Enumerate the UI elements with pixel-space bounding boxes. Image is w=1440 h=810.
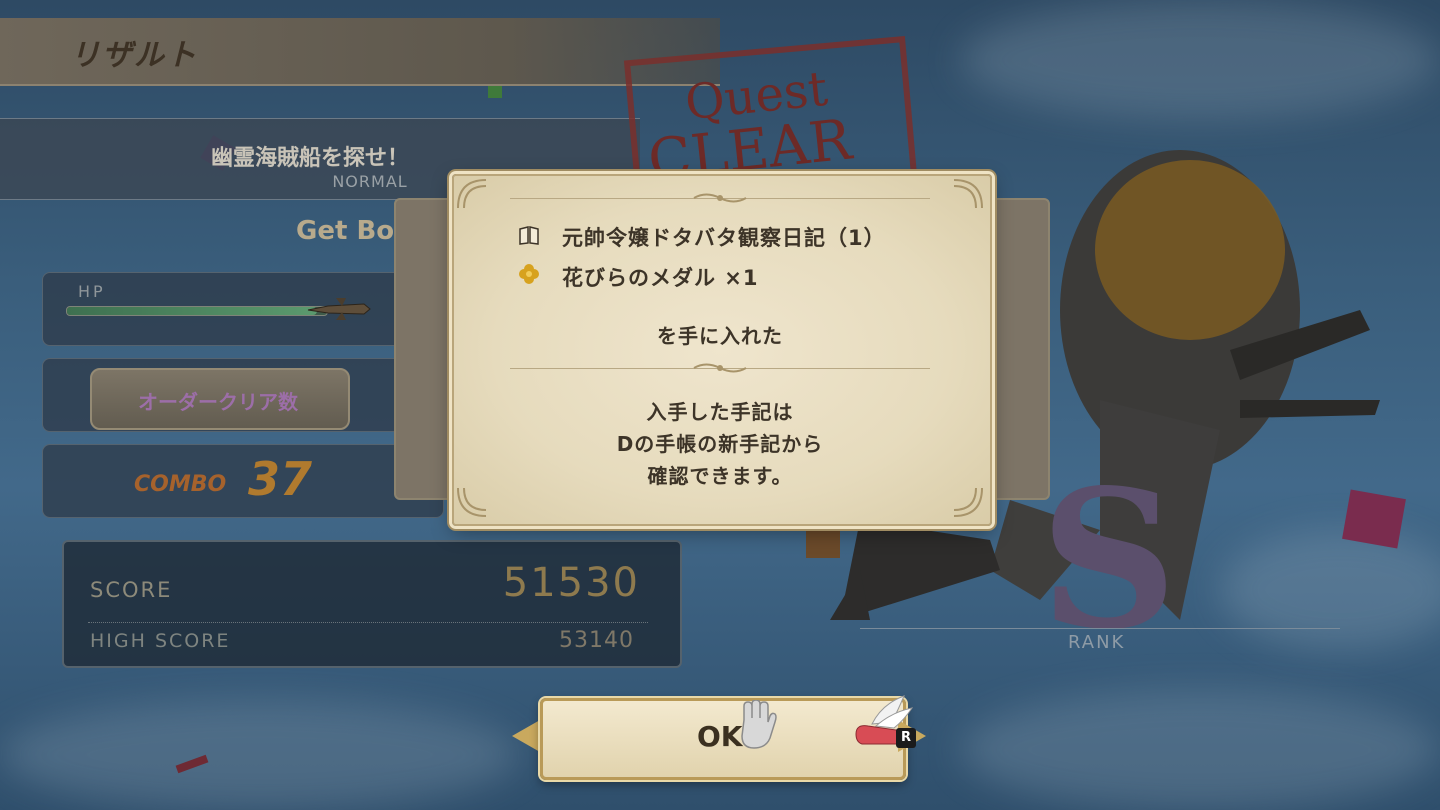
ok-button-left-ornament xyxy=(512,720,540,752)
r-button-badge: R xyxy=(896,728,916,748)
airship-icon xyxy=(307,298,371,320)
petal-medal-icon xyxy=(519,264,539,284)
rank-label: RANK xyxy=(1068,632,1126,653)
hp-bar-fill xyxy=(67,307,317,315)
info-line: Dの手帳の新手記から xyxy=(616,432,824,456)
corner-ornament-icon xyxy=(457,487,487,517)
hp-label: HP xyxy=(78,282,106,301)
high-score-value: 53140 xyxy=(559,628,634,653)
high-score-label: HIGH SCORE xyxy=(90,630,231,652)
result-title: リザルト xyxy=(70,38,198,73)
confetti-piece xyxy=(488,86,502,98)
cloud xyxy=(0,700,520,810)
book-icon xyxy=(519,226,539,245)
cloud xyxy=(960,690,1440,810)
get-bonus-label: Get Bo xyxy=(296,216,395,246)
hp-bar xyxy=(66,306,328,316)
item-name: 花びらのメダル ×1 xyxy=(562,266,759,290)
glove-cursor-icon xyxy=(741,700,777,749)
info-line: 確認できます。 xyxy=(647,464,793,488)
info-line: 入手した手記は xyxy=(646,400,794,424)
flourish-icon xyxy=(693,363,747,373)
score-label: SCORE xyxy=(90,578,173,602)
score-value: 51530 xyxy=(502,560,640,606)
combo-value: 37 xyxy=(248,452,313,506)
corner-ornament-icon xyxy=(953,487,983,517)
corner-ornament-icon xyxy=(953,179,983,209)
combo-label: COMBO xyxy=(134,472,227,497)
obtained-message: を手に入れた xyxy=(657,324,783,348)
quest-name: 幽霊海賊船を探せ！ xyxy=(210,146,409,171)
item-name: 元帥令嬢ドタバタ観察日記（1） xyxy=(562,226,886,250)
corner-ornament-icon xyxy=(457,179,487,209)
order-clear-label: オーダークリア数 xyxy=(138,390,298,414)
flourish-icon xyxy=(693,193,747,203)
score-divider xyxy=(88,622,648,623)
combo-row xyxy=(42,444,444,518)
